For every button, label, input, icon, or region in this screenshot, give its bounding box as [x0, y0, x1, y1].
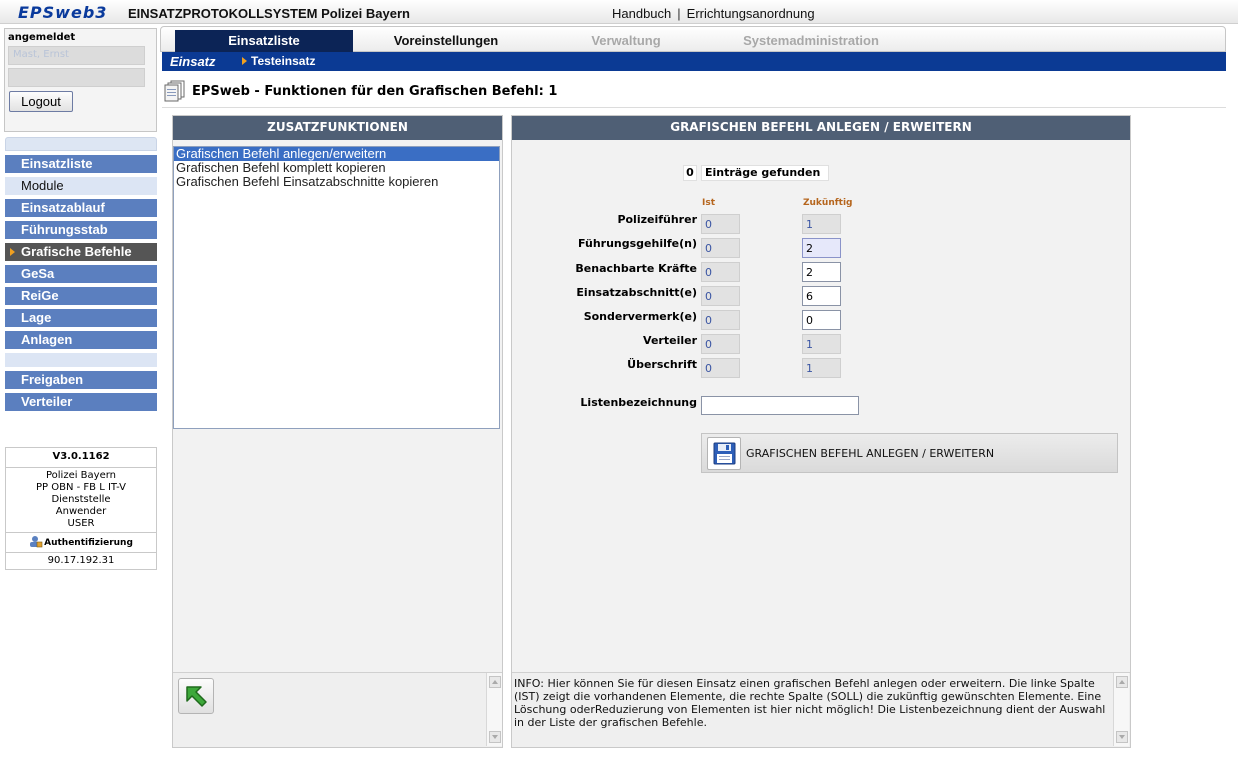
zuk-verteiler: 1	[802, 334, 841, 354]
right-scrollbar[interactable]	[1113, 673, 1129, 746]
version-info-box: V3.0.1162 Polizei Bayern PP OBN - FB L I…	[5, 447, 157, 570]
sidebar-item-module[interactable]: Module	[5, 177, 157, 195]
ist-fuehrungsgehilfen: 0	[701, 238, 740, 258]
row-label-fuehrungsgehilfen: Führungsgehilfe(n)	[578, 237, 697, 250]
zuk-ueberschrift: 1	[802, 358, 841, 378]
auth-label: Authentifizierung	[44, 538, 133, 548]
listenbezeichnung-input[interactable]	[701, 396, 859, 415]
ist-polizeifuehrer: 0	[701, 214, 740, 234]
row-label-einsatzabschnitte: Einsatzabschnitt(e)	[576, 286, 697, 299]
column-header-ist: Ist	[702, 198, 716, 208]
ist-sondervermerke: 0	[701, 310, 740, 330]
zuk-polizeifuehrer: 1	[802, 214, 841, 234]
auth-row[interactable]: Authentifizierung	[6, 533, 156, 553]
breadcrumb: Einsatz Testeinsatz	[162, 52, 1226, 71]
link-separator: |	[677, 6, 681, 21]
found-count: 0	[683, 165, 697, 181]
link-errichtungsanordnung[interactable]: Errichtungsanordnung	[687, 6, 815, 21]
org-line: PP OBN - FB L IT-V	[36, 482, 126, 493]
main-tabs: Einsatzliste Voreinstellungen Verwaltung…	[160, 26, 1226, 52]
list-item[interactable]: Grafischen Befehl anlegen/erweitern	[174, 147, 499, 161]
ist-benachbarte-kraefte: 0	[701, 262, 740, 282]
sidebar-item-verteiler[interactable]: Verteiler	[5, 393, 157, 411]
tab-voreinstellungen[interactable]: Voreinstellungen	[361, 30, 531, 52]
tab-systemadministration: Systemadministration	[743, 33, 879, 48]
tab-einsatzliste[interactable]: Einsatzliste	[175, 30, 353, 52]
page-title-row: EPSweb - Funktionen für den Grafischen B…	[162, 80, 1226, 108]
ist-verteiler: 0	[701, 334, 740, 354]
back-button[interactable]	[178, 678, 214, 714]
login-panel: angemeldet Mast, Ernst Logout	[4, 28, 157, 132]
breadcrumb-current[interactable]: Testeinsatz	[251, 54, 315, 68]
version-label: V3.0.1162	[6, 448, 156, 468]
org-line: Polizei Bayern	[45, 470, 117, 481]
sidebar-item-grafische-befehle[interactable]: Grafische Befehle	[5, 243, 157, 261]
user-lock-icon	[30, 536, 43, 548]
grafischen-befehl-anlegen-button[interactable]: GRAFISCHEN BEFEHL ANLEGEN / ERWEITERN	[701, 433, 1118, 473]
panel-title: GRAFISCHEN BEFEHL ANLEGEN / ERWEITERN	[512, 116, 1130, 140]
left-footer	[173, 672, 502, 747]
user-extra-field	[8, 68, 145, 87]
user-name-field: Mast, Ernst	[8, 46, 145, 65]
left-scrollbar[interactable]	[486, 673, 502, 746]
breadcrumb-root[interactable]: Einsatz	[170, 54, 216, 69]
app-logo: EPSweb3	[18, 3, 108, 22]
document-stack-icon	[164, 80, 185, 102]
org-line: Dienststelle	[51, 494, 111, 505]
create-button-label: GRAFISCHEN BEFEHL ANLEGEN / ERWEITERN	[746, 447, 995, 460]
listenbezeichnung-label: Listenbezeichnung	[580, 396, 697, 409]
page-title: EPSweb - Funktionen für den Grafischen B…	[192, 84, 558, 99]
sidebar-item-gesa[interactable]: GeSa	[5, 265, 157, 283]
sidebar-item-anlagen[interactable]: Anlagen	[5, 331, 157, 349]
breadcrumb-arrow-icon	[242, 57, 247, 65]
zuk-sondervermerke-input[interactable]: 0	[802, 310, 841, 330]
org-line: Anwender	[55, 506, 107, 517]
ist-ueberschrift: 0	[701, 358, 740, 378]
scroll-up-icon[interactable]	[1116, 676, 1128, 688]
zuk-fuehrungsgehilfen-input[interactable]: 2	[802, 238, 841, 258]
found-label: Einträge gefunden	[701, 165, 829, 181]
org-info: Polizei Bayern PP OBN - FB L IT-V Dienst…	[6, 468, 156, 533]
logged-in-label: angemeldet	[8, 32, 76, 43]
list-item[interactable]: Grafischen Befehl komplett kopieren	[174, 161, 499, 175]
info-text: INFO: Hier können Sie für diesen Einsatz…	[514, 677, 1106, 729]
ist-einsatzabschnitte: 0	[701, 286, 740, 306]
system-title: EINSATZPROTOKOLLSYSTEM Polizei Bayern	[128, 6, 410, 21]
right-footer: INFO: Hier können Sie für diesen Einsatz…	[512, 672, 1130, 747]
row-label-ueberschrift: Überschrift	[627, 358, 697, 371]
panel-title: ZUSATZFUNKTIONEN	[173, 116, 502, 140]
list-item[interactable]: Grafischen Befehl Einsatzabschnitte kopi…	[174, 175, 499, 189]
row-label-polizeifuehrer: Polizeiführer	[617, 213, 697, 226]
sidebar-header	[5, 137, 157, 151]
scroll-up-icon[interactable]	[489, 676, 501, 688]
sidebar-nav: Einsatzliste Module Einsatzablauf Führun…	[5, 137, 157, 415]
sidebar-item-einsatzablauf[interactable]: Einsatzablauf	[5, 199, 157, 217]
top-links: Handbuch | Errichtungsanordnung	[612, 6, 815, 21]
sidebar-item-freigaben[interactable]: Freigaben	[5, 371, 157, 389]
column-header-zukuenftig: Zukünftig	[803, 198, 853, 208]
logout-button[interactable]: Logout	[9, 91, 73, 112]
grafischen-befehl-panel: GRAFISCHEN BEFEHL ANLEGEN / ERWEITERN 0 …	[511, 115, 1131, 748]
tab-verwaltung: Verwaltung	[591, 33, 661, 48]
scroll-down-icon[interactable]	[1116, 731, 1128, 743]
row-label-benachbarte-kraefte: Benachbarte Kräfte	[575, 262, 697, 275]
link-handbuch[interactable]: Handbuch	[612, 6, 671, 21]
sidebar-item-einsatzliste[interactable]: Einsatzliste	[5, 155, 157, 173]
sidebar-item-fuehrungsstab[interactable]: Führungsstab	[5, 221, 157, 239]
zusatzfunktionen-panel: ZUSATZFUNKTIONEN Grafischen Befehl anleg…	[172, 115, 503, 748]
zuk-benachbarte-kraefte-input[interactable]: 2	[802, 262, 841, 282]
sidebar-item-reige[interactable]: ReiGe	[5, 287, 157, 305]
ip-address: 90.17.192.31	[47, 555, 115, 566]
zuk-einsatzabschnitte-input[interactable]: 6	[802, 286, 841, 306]
row-label-sondervermerke: Sondervermerk(e)	[583, 310, 697, 323]
row-label-verteiler: Verteiler	[643, 334, 697, 347]
sidebar-divider	[5, 353, 157, 367]
scroll-down-icon[interactable]	[489, 731, 501, 743]
floppy-disk-icon	[707, 437, 741, 470]
function-listbox[interactable]: Grafischen Befehl anlegen/erweitern Graf…	[173, 146, 500, 429]
top-header: EPSweb3 EINSATZPROTOKOLLSYSTEM Polizei B…	[0, 0, 1238, 24]
org-line: USER	[67, 518, 95, 529]
sidebar-item-lage[interactable]: Lage	[5, 309, 157, 327]
arrow-up-left-icon	[186, 686, 207, 707]
